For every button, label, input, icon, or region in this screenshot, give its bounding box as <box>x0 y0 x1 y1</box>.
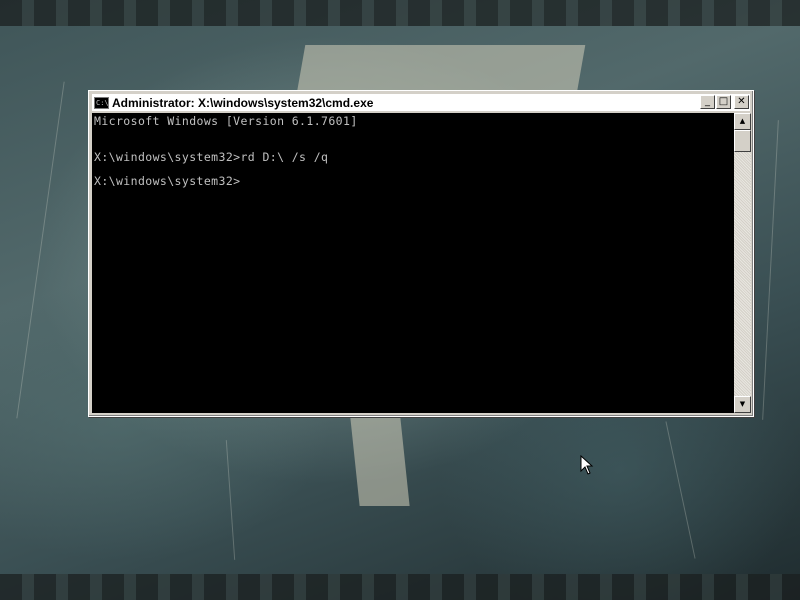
title-bar[interactable]: C:\ Administrator: X:\windows\system32\c… <box>92 94 750 111</box>
cmd-window[interactable]: C:\ Administrator: X:\windows\system32\c… <box>88 90 754 417</box>
cmd-icon[interactable]: C:\ <box>94 96 109 109</box>
scratch-mark <box>225 440 236 560</box>
film-strip-top <box>0 0 800 26</box>
scroll-down-arrow-icon[interactable]: ▼ <box>734 396 751 413</box>
close-button[interactable]: ✕ <box>734 95 749 109</box>
console-line: X:\windows\system32>rd D:\ /s /q <box>94 150 329 164</box>
scrollbar-thumb[interactable] <box>734 130 751 152</box>
scratch-mark <box>665 421 696 559</box>
console-output[interactable]: Microsoft Windows [Version 6.1.7601] X:\… <box>92 113 734 413</box>
scroll-up-arrow-icon[interactable]: ▲ <box>734 113 751 130</box>
console-line: Microsoft Windows [Version 6.1.7601] <box>94 114 358 128</box>
film-strip-bottom <box>0 574 800 600</box>
window-title: Administrator: X:\windows\system32\cmd.e… <box>112 95 374 110</box>
scratch-mark <box>16 81 65 419</box>
backdrop-shape-lower <box>350 418 410 506</box>
title-buttons: _ □ ✕ <box>699 95 749 109</box>
console-prompt[interactable]: X:\windows\system32> <box>94 174 240 188</box>
maximize-button[interactable]: □ <box>716 95 731 109</box>
vertical-scrollbar[interactable]: ▲ ▼ <box>734 113 751 413</box>
scratch-mark <box>762 120 779 420</box>
minimize-button[interactable]: _ <box>700 95 715 109</box>
mouse-pointer-icon <box>580 455 594 475</box>
